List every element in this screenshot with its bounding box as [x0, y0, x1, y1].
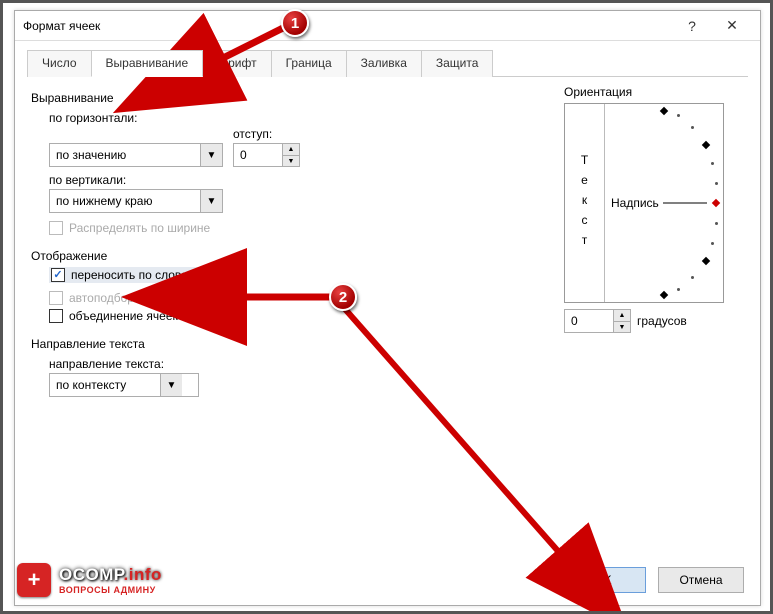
diamond-icon	[712, 199, 720, 207]
tab-font[interactable]: Шрифт	[202, 50, 271, 77]
chevron-down-icon: ▼	[200, 144, 222, 166]
dialog-content: Выравнивание по горизонтали: по значению…	[15, 77, 760, 547]
dot-icon	[691, 276, 694, 279]
dot-icon	[715, 222, 718, 225]
help-button[interactable]: ?	[672, 12, 712, 40]
degrees-value: 0	[565, 310, 613, 332]
spinner-down-icon[interactable]: ▼	[614, 321, 630, 332]
orientation-vertical-label: Текст	[578, 153, 592, 253]
diamond-icon	[660, 107, 668, 115]
dot-icon	[677, 114, 680, 117]
merge-cells-checkbox[interactable]: объединение ячеек	[49, 309, 544, 323]
tutorial-frame: Формат ячеек ? ✕ Число Выравнивание Шриф…	[0, 0, 773, 614]
spinner-down-icon[interactable]: ▼	[283, 155, 299, 166]
dialog-buttons: OK Отмена	[560, 567, 744, 593]
tab-protection[interactable]: Защита	[421, 50, 494, 77]
shrink-to-fit-checkbox: автоподбор ширины	[49, 291, 544, 305]
checkbox-icon	[49, 291, 63, 305]
tabstrip: Число Выравнивание Шрифт Граница Заливка…	[27, 49, 748, 77]
dot-icon	[715, 182, 718, 185]
titlebar: Формат ячеек ? ✕	[15, 11, 760, 41]
left-column: Выравнивание по горизонтали: по значению…	[31, 85, 544, 547]
dot-icon	[711, 162, 714, 165]
horizontal-label: по горизонтали:	[49, 111, 544, 125]
horizontal-combo[interactable]: по значению ▼	[49, 143, 223, 167]
text-direction-group-label: Направление текста	[31, 337, 544, 351]
wrap-text-checkbox[interactable]: переносить по словам	[49, 267, 198, 283]
indent-label: отступ:	[233, 127, 300, 141]
justify-distributed-label: Распределять по ширине	[69, 221, 210, 235]
diamond-icon	[660, 291, 668, 299]
indent-value: 0	[234, 144, 282, 166]
spinner-up-icon[interactable]: ▲	[614, 310, 630, 321]
indent-spinner[interactable]: 0 ▲ ▼	[233, 143, 300, 167]
degrees-spinner[interactable]: 0 ▲ ▼	[564, 309, 631, 333]
tab-border[interactable]: Граница	[271, 50, 347, 77]
orientation-pointer	[663, 203, 707, 204]
shrink-to-fit-label: автоподбор ширины	[69, 291, 182, 305]
vertical-label: по вертикали:	[49, 173, 544, 187]
spinner-up-icon[interactable]: ▲	[283, 144, 299, 155]
chevron-down-icon: ▼	[200, 190, 222, 212]
diamond-icon	[702, 257, 710, 265]
merge-cells-label: объединение ячеек	[69, 309, 178, 323]
horizontal-combo-value: по значению	[50, 148, 200, 162]
dot-icon	[677, 288, 680, 291]
wrap-text-label: переносить по словам	[71, 268, 196, 282]
format-cells-dialog: Формат ячеек ? ✕ Число Выравнивание Шриф…	[14, 10, 761, 606]
orientation-vertical-button[interactable]: Текст	[565, 104, 605, 302]
justify-distributed-checkbox: Распределять по ширине	[49, 221, 544, 235]
cancel-button[interactable]: Отмена	[658, 567, 744, 593]
orientation-group-label: Ориентация	[564, 85, 744, 99]
checkbox-checked-icon	[51, 268, 65, 282]
ok-button[interactable]: OK	[560, 567, 646, 593]
dialog-title: Формат ячеек	[23, 19, 672, 33]
chevron-down-icon: ▼	[160, 374, 182, 396]
checkbox-icon	[49, 221, 63, 235]
tab-fill[interactable]: Заливка	[346, 50, 422, 77]
checkbox-icon	[49, 309, 63, 323]
alignment-group-label: Выравнивание	[31, 91, 544, 105]
tab-number[interactable]: Число	[27, 50, 92, 77]
text-direction-value: по контексту	[50, 378, 160, 392]
degrees-unit-label: градусов	[637, 314, 687, 328]
tab-alignment[interactable]: Выравнивание	[91, 50, 204, 77]
text-direction-combo[interactable]: по контексту ▼	[49, 373, 199, 397]
vertical-combo-value: по нижнему краю	[50, 194, 200, 208]
dot-icon	[711, 242, 714, 245]
vertical-combo[interactable]: по нижнему краю ▼	[49, 189, 223, 213]
close-button[interactable]: ✕	[712, 12, 752, 40]
orientation-box: Текст Надпись	[564, 103, 724, 303]
right-column: Ориентация Текст Надпись	[564, 85, 744, 547]
orientation-dial[interactable]: Надпись	[605, 104, 723, 302]
orientation-dial-label: Надпись	[611, 196, 659, 210]
diamond-icon	[702, 141, 710, 149]
dot-icon	[691, 126, 694, 129]
display-group-label: Отображение	[31, 249, 544, 263]
text-direction-label: направление текста:	[49, 357, 544, 371]
